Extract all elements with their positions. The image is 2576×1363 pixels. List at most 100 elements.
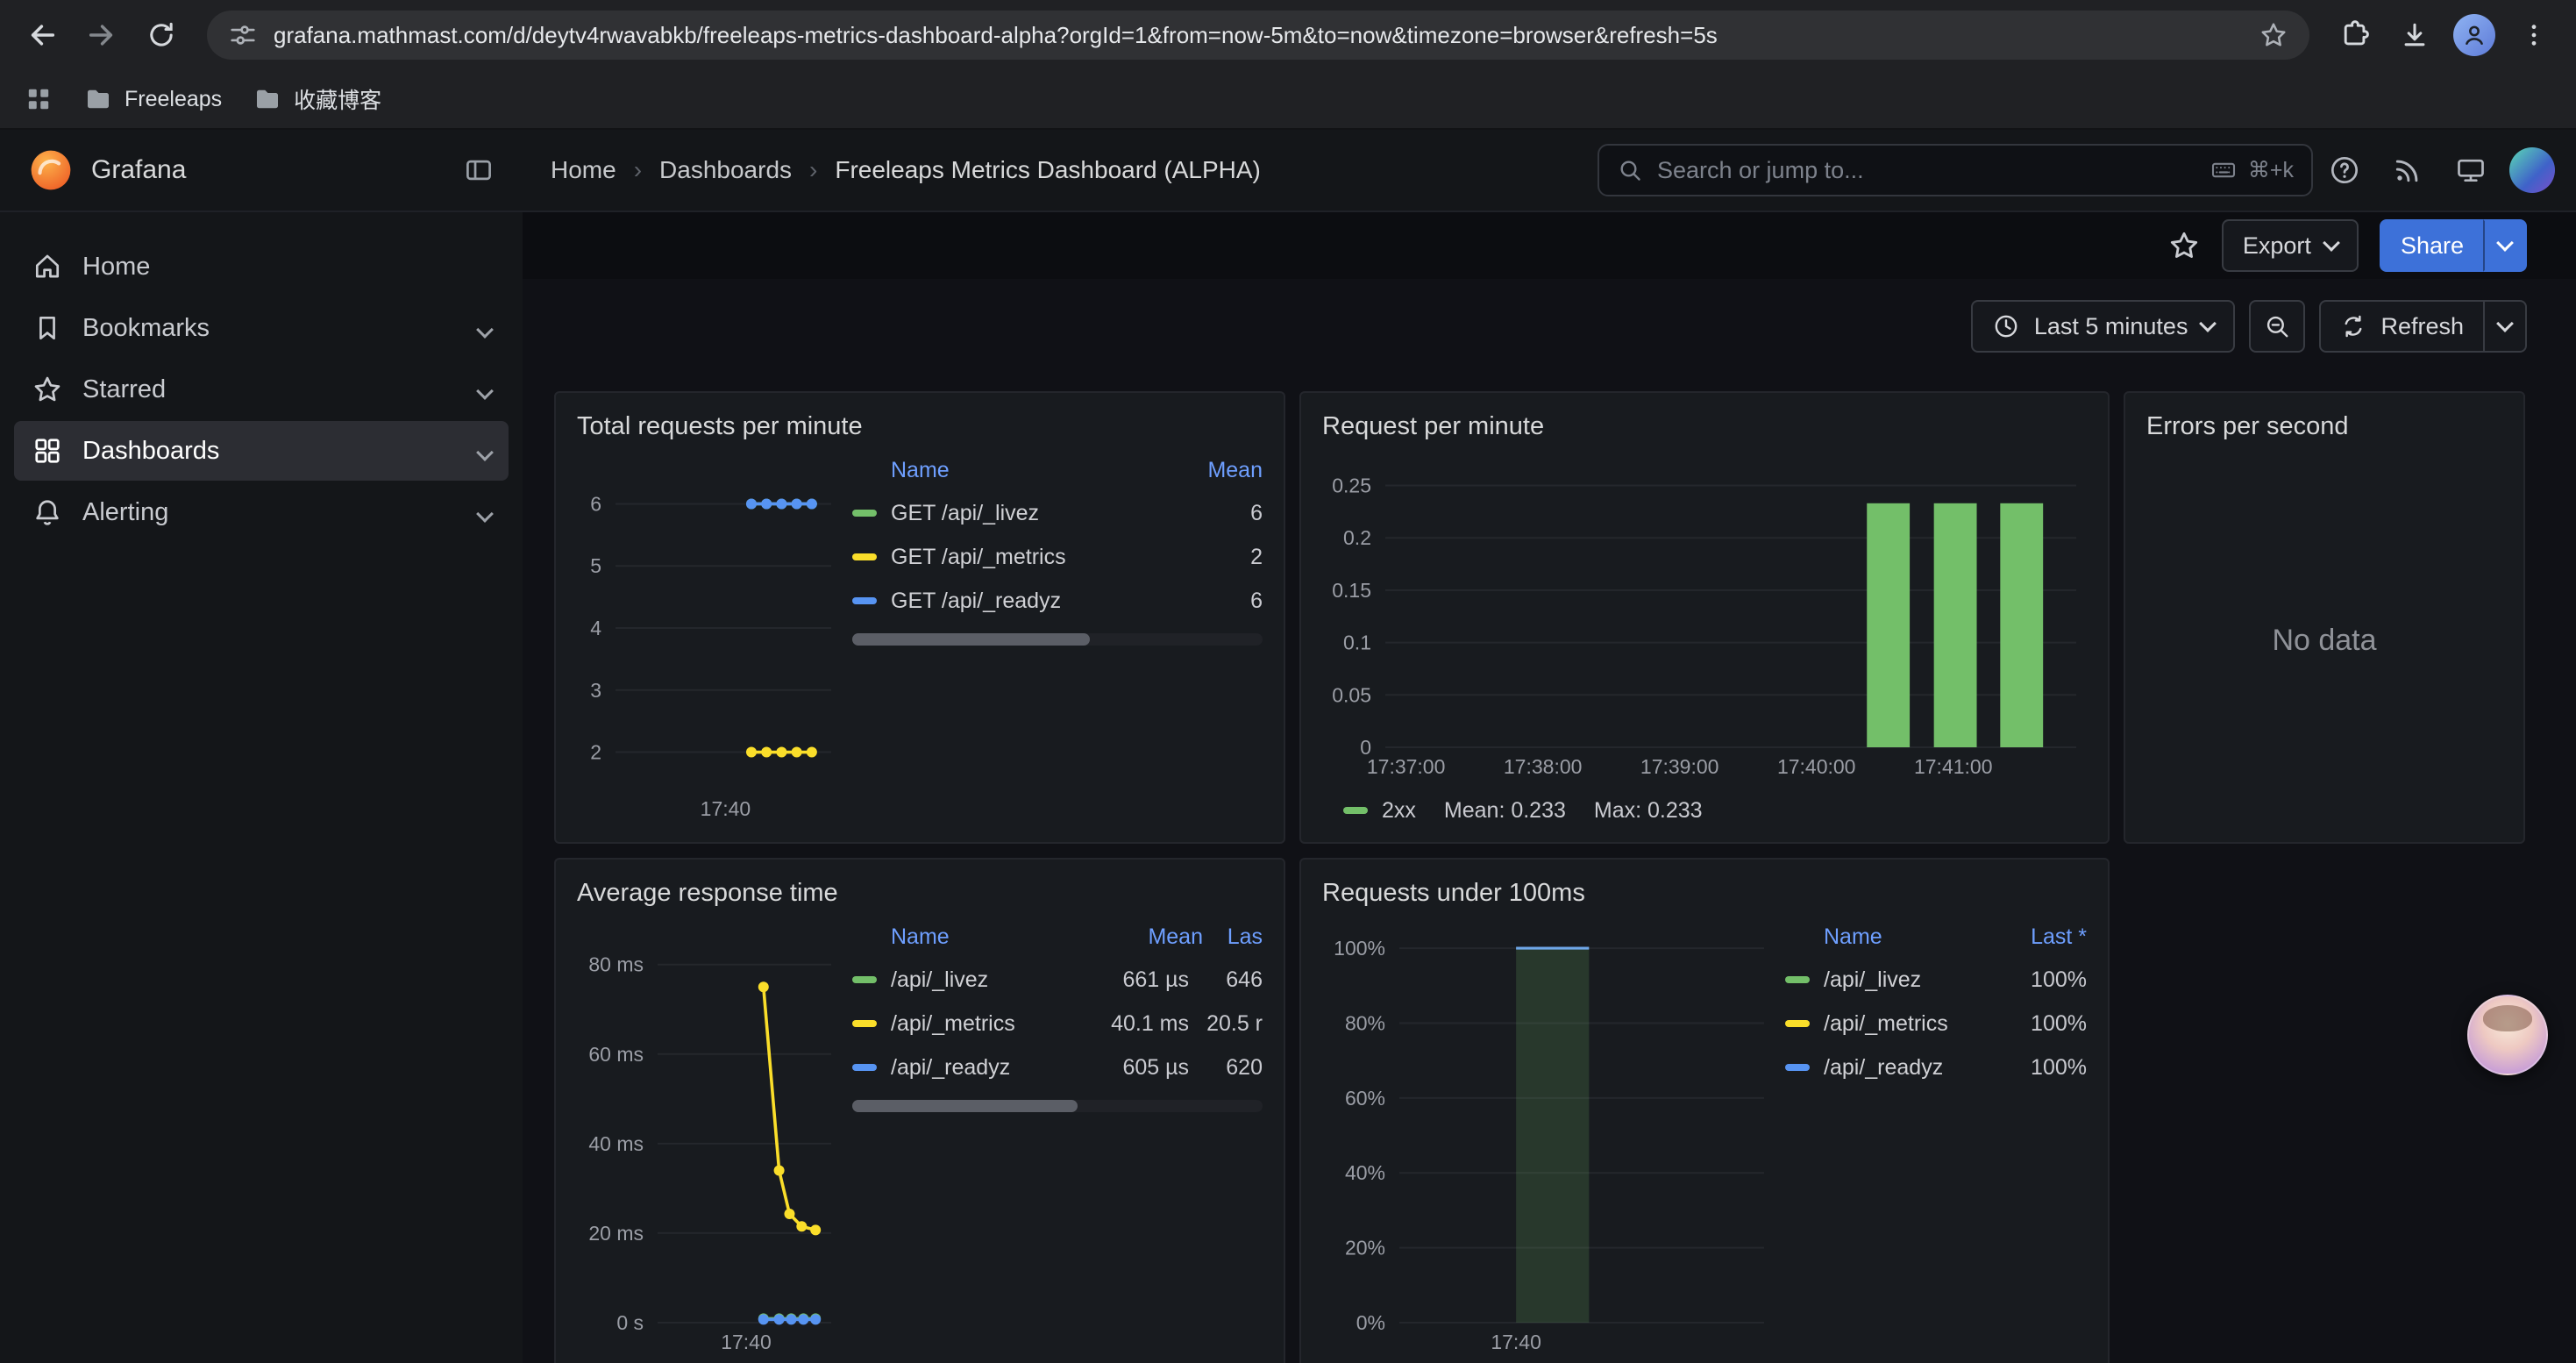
svg-text:17:40: 17:40 <box>721 1331 772 1353</box>
grafana-logo[interactable] <box>28 147 74 193</box>
timeseries-chart[interactable]: 80 ms60 ms40 ms20 ms0 s17:40 <box>577 916 842 1358</box>
no-data-message: No data <box>2146 449 2502 831</box>
refresh-split-button: Refresh <box>2319 300 2527 353</box>
reload-icon <box>146 19 177 51</box>
series-swatch <box>852 553 877 560</box>
panel-title[interactable]: Errors per second <box>2146 403 2502 449</box>
legend-row[interactable]: GET /api/_metrics 2 <box>852 535 1263 579</box>
panel-title[interactable]: Total requests per minute <box>577 403 1263 449</box>
legend-scrollbar[interactable] <box>852 1100 1263 1112</box>
share-options-button[interactable] <box>2483 219 2527 272</box>
legend-mean: Mean: 0.233 <box>1444 798 1566 824</box>
panel-legend[interactable]: 2xx Mean: 0.233 Max: 0.233 <box>1322 789 2087 831</box>
svg-text:17:40: 17:40 <box>701 797 751 820</box>
sidebar-item-alerting[interactable]: Alerting <box>14 482 509 542</box>
legend-row[interactable]: /api/_metrics 100% <box>1785 1002 2087 1045</box>
search-input[interactable]: Search or jump to... ⌘+k <box>1598 144 2313 196</box>
svg-text:0.1: 0.1 <box>1343 632 1371 654</box>
bookmarks-bar: Freeleaps 收藏博客 <box>0 70 2576 130</box>
scrollbar-thumb[interactable] <box>852 1100 1078 1112</box>
export-button[interactable]: Export <box>2222 219 2359 272</box>
profile-avatar[interactable] <box>2446 7 2502 63</box>
legend-row[interactable]: GET /api/_readyz 6 <box>852 579 1263 623</box>
legend-row[interactable]: GET /api/_livez 6 <box>852 491 1263 535</box>
refresh-button[interactable]: Refresh <box>2319 300 2485 353</box>
zoom-out-button[interactable] <box>2249 300 2305 353</box>
panel-requests-under-100ms: Requests under 100ms 100%80%60%40%20%0%1… <box>1299 858 2110 1363</box>
breadcrumb-separator: › <box>634 156 642 184</box>
chevron-down-icon[interactable] <box>479 498 491 527</box>
extensions-icon[interactable] <box>2327 7 2383 63</box>
sidebar-item-home[interactable]: Home <box>14 237 509 296</box>
legend-row[interactable]: /api/_livez 100% <box>1785 958 2087 1002</box>
news-feed-icon[interactable] <box>2376 139 2439 202</box>
series-swatch <box>852 1020 877 1027</box>
browser-toolbar: grafana.mathmast.com/d/deytv4rwavabkb/fr… <box>0 0 2576 70</box>
series-swatch <box>1785 1064 1810 1071</box>
series-swatch <box>852 597 877 604</box>
chevron-down-icon[interactable] <box>479 437 491 466</box>
legend-row[interactable]: /api/_readyz 605 µs 620 <box>852 1045 1263 1089</box>
menu-kebab-icon[interactable] <box>2506 7 2562 63</box>
sidebar-item-dashboards[interactable]: Dashboards <box>14 421 509 481</box>
bookmark-folder-freeleaps[interactable]: Freeleaps <box>84 85 222 113</box>
breadcrumb-separator: › <box>809 156 817 184</box>
timeseries-chart[interactable]: 6543217:40 <box>577 449 842 824</box>
search-icon <box>1617 157 1643 183</box>
chevron-down-icon[interactable] <box>479 314 491 343</box>
refresh-interval-button[interactable] <box>2483 300 2527 353</box>
sidebar-item-label: Starred <box>82 375 166 404</box>
sidebar-item-bookmarks[interactable]: Bookmarks <box>14 298 509 358</box>
back-button[interactable] <box>14 7 70 63</box>
series-swatch <box>1785 976 1810 983</box>
dashboard-actions-row: Export Share <box>523 212 2576 279</box>
floating-assistant-avatar[interactable] <box>2467 995 2548 1075</box>
legend-scrollbar[interactable] <box>852 633 1263 646</box>
chevron-down-icon[interactable] <box>479 375 491 404</box>
sidebar-nav: Home Bookmarks Starred Dashboards Alerti… <box>0 212 523 1363</box>
series-name[interactable]: 2xx <box>1382 798 1416 824</box>
svg-text:40 ms: 40 ms <box>588 1132 644 1155</box>
site-settings-icon[interactable] <box>228 20 258 50</box>
time-range-picker[interactable]: Last 5 minutes <box>1971 300 2236 353</box>
legend-row[interactable]: /api/_metrics 40.1 ms 20.5 r <box>852 1002 1263 1045</box>
reload-button[interactable] <box>133 7 189 63</box>
bar-chart[interactable]: 100%80%60%40%20%0%17:40 <box>1322 916 1775 1358</box>
breadcrumb-home[interactable]: Home <box>551 156 616 184</box>
svg-text:80 ms: 80 ms <box>588 953 644 976</box>
panel-legend: Name Mean Las /api/_livez 661 µs 646 <box>852 916 1263 1363</box>
bookmark-label: Freeleaps <box>125 87 222 112</box>
grafana-user-avatar[interactable] <box>2509 147 2555 193</box>
svg-text:4: 4 <box>590 617 601 639</box>
bar-chart[interactable]: 0.250.20.150.10.05017:37:0017:38:0017:39… <box>1322 449 2090 779</box>
bookmark-folder-blogs[interactable]: 收藏博客 <box>253 83 381 115</box>
forward-button[interactable] <box>74 7 130 63</box>
bookmark-star-icon[interactable] <box>2259 20 2288 50</box>
breadcrumb-dashboards[interactable]: Dashboards <box>659 156 792 184</box>
help-icon[interactable] <box>2313 139 2376 202</box>
url-bar[interactable]: grafana.mathmast.com/d/deytv4rwavabkb/fr… <box>207 11 2309 60</box>
panel-title[interactable]: Average response time <box>577 870 1263 916</box>
panel-request-per-minute: Request per minute 0.250.20.150.10.05017… <box>1299 391 2110 844</box>
downloads-icon[interactable] <box>2387 7 2443 63</box>
svg-text:17:37:00: 17:37:00 <box>1367 755 1446 778</box>
share-button[interactable]: Share <box>2380 219 2485 272</box>
favorite-star-icon[interactable] <box>2167 229 2201 262</box>
folder-icon <box>84 85 112 113</box>
scrollbar-thumb[interactable] <box>852 633 1090 646</box>
dashboard-panels: Total requests per minute 6543217:40 Nam… <box>523 377 2576 1363</box>
svg-text:17:40: 17:40 <box>1491 1331 1541 1353</box>
panel-title[interactable]: Requests under 100ms <box>1322 870 2087 916</box>
legend-row[interactable]: /api/_readyz 100% <box>1785 1045 2087 1089</box>
sidebar-item-starred[interactable]: Starred <box>14 360 509 419</box>
display-icon[interactable] <box>2439 139 2502 202</box>
svg-text:0%: 0% <box>1356 1311 1385 1334</box>
legend-header: Name Mean <box>852 449 1263 491</box>
grafana-header: Grafana Home › Dashboards › Freeleaps Me… <box>0 130 2576 212</box>
apps-grid-icon[interactable] <box>25 85 53 113</box>
clock-icon <box>1992 312 2020 340</box>
legend-row[interactable]: /api/_livez 661 µs 646 <box>852 958 1263 1002</box>
dock-menu-icon[interactable] <box>463 154 495 186</box>
svg-text:17:38:00: 17:38:00 <box>1504 755 1583 778</box>
panel-title[interactable]: Request per minute <box>1322 403 2087 449</box>
